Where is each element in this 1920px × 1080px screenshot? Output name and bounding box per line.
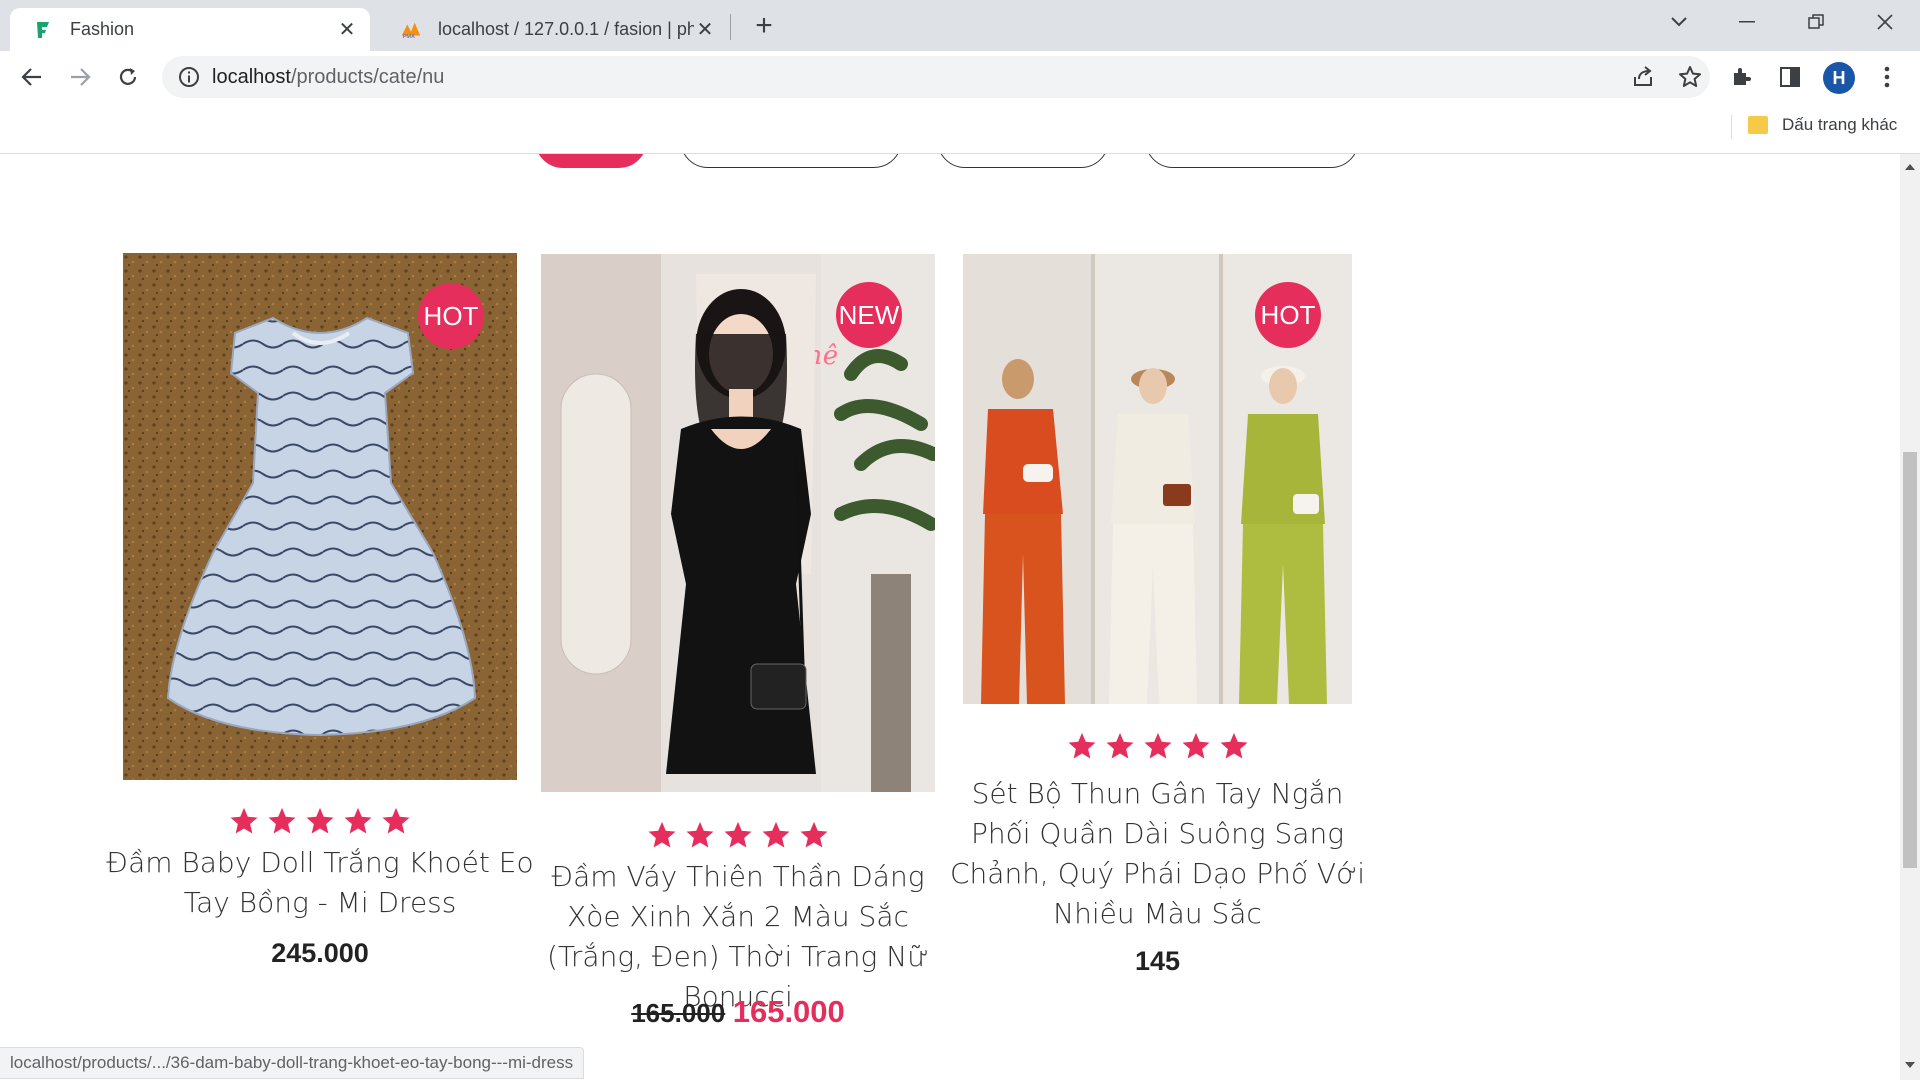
star-icon: [685, 820, 715, 850]
star-icon: [723, 820, 753, 850]
category-filter[interactable]: [680, 154, 902, 168]
star-icon: [305, 806, 335, 836]
sale-price: 165.000: [732, 994, 845, 1029]
star-icon: [799, 820, 829, 850]
hot-badge: HOT: [1255, 282, 1321, 348]
category-filter-active[interactable]: [535, 154, 647, 168]
close-tab-icon[interactable]: ✕: [694, 19, 716, 41]
toolbar: localhost/products/cate/nu H: [0, 51, 1920, 103]
tab-separator: [730, 14, 731, 40]
other-bookmarks-label: Dấu trang khác: [1782, 115, 1898, 134]
scroll-down-arrow-icon[interactable]: [1905, 1060, 1915, 1070]
new-badge: NEW: [836, 282, 902, 348]
menu-kebab-icon[interactable]: [1873, 63, 1901, 91]
side-panel-icon[interactable]: [1776, 63, 1804, 91]
product-name[interactable]: Đầm Váy Thiên Thần Dáng Xòe Xinh Xắn 2 M…: [521, 857, 955, 1017]
site-info-icon[interactable]: [178, 66, 200, 88]
phpmyadmin-favicon-icon: PMA: [400, 19, 422, 41]
rating-stars: [963, 731, 1352, 761]
page-content: HOT Đầm Baby Doll Trắng Khoét Eo Tay Bồn…: [0, 154, 1900, 1080]
product-name[interactable]: Đầm Baby Doll Trắng Khoét Eo Tay Bồng - …: [103, 843, 537, 923]
new-tab-button[interactable]: +: [748, 9, 780, 42]
url-path: /products/cate/nu: [290, 66, 445, 88]
product-price: 165.000 165.000: [541, 994, 935, 1030]
page-scrollbar[interactable]: [1900, 154, 1920, 1080]
bookmarks-separator: [1731, 115, 1732, 139]
product-card[interactable]: HOT Đầm Baby Doll Trắng Khoét Eo Tay Bồn…: [106, 253, 534, 1023]
tab-search-icon[interactable]: [1650, 0, 1708, 44]
tab-fashion[interactable]: Fashion ✕: [10, 8, 370, 51]
tab-phpmyadmin[interactable]: PMA localhost / 127.0.0.1 / fasion | php…: [378, 8, 728, 51]
tab-strip: Fashion ✕ PMA localhost / 127.0.0.1 / fa…: [0, 0, 1920, 51]
old-price: 165.000: [631, 998, 726, 1028]
back-arrow-icon[interactable]: [14, 59, 50, 95]
scrollbar-thumb[interactable]: [1903, 452, 1917, 868]
product-card[interactable]: cà phê you NEW Đầm Váy Thiên Thần Dáng X…: [541, 254, 935, 1044]
rating-stars: [123, 806, 517, 836]
tab-title: localhost / 127.0.0.1 / fasion | php: [438, 19, 694, 39]
close-tab-icon[interactable]: ✕: [336, 19, 358, 41]
forward-arrow-icon[interactable]: [62, 59, 98, 95]
star-icon: [343, 806, 373, 836]
hot-badge: HOT: [418, 283, 484, 349]
product-price: 145: [1134, 946, 1181, 976]
bookmark-star-icon[interactable]: [1676, 63, 1704, 91]
category-filter[interactable]: [1145, 154, 1359, 168]
profile-avatar[interactable]: H: [1823, 62, 1855, 94]
star-icon: [229, 806, 259, 836]
star-icon: [1105, 731, 1135, 761]
star-icon: [1067, 731, 1097, 761]
category-filter[interactable]: [937, 154, 1109, 168]
star-icon: [1143, 731, 1173, 761]
url-text: localhost/products/cate/nu: [212, 66, 444, 89]
minimize-icon[interactable]: [1718, 0, 1776, 44]
product-name[interactable]: Sét Bộ Thun Gân Tay Ngắn Phối Quần Dài S…: [943, 774, 1372, 934]
status-bar-url: localhost/products/.../36-dam-baby-doll-…: [0, 1047, 585, 1079]
star-icon: [1219, 731, 1249, 761]
star-icon: [647, 820, 677, 850]
other-bookmarks-button[interactable]: Dấu trang khác: [1748, 115, 1897, 135]
product-card[interactable]: HOT Sét Bộ Thun Gân Tay Ngắn Phối Quần D…: [950, 254, 1365, 976]
tab-title: Fashion: [70, 19, 135, 39]
share-icon[interactable]: [1629, 63, 1657, 91]
fashion-favicon-icon: [32, 19, 54, 41]
reload-icon[interactable]: [110, 59, 146, 95]
star-icon: [267, 806, 297, 836]
address-bar[interactable]: localhost/products/cate/nu: [162, 56, 1710, 98]
star-icon: [1181, 731, 1211, 761]
product-price: 245.000: [271, 938, 369, 968]
bookmarks-bar: Dấu trang khác: [0, 103, 1920, 154]
star-icon: [381, 806, 411, 836]
rating-stars: [541, 820, 935, 850]
restore-icon[interactable]: [1787, 0, 1845, 44]
close-window-icon[interactable]: [1856, 0, 1914, 44]
star-icon: [761, 820, 791, 850]
folder-icon: [1748, 116, 1768, 134]
scroll-up-arrow-icon[interactable]: [1905, 162, 1915, 172]
svg-text:PMA: PMA: [403, 34, 415, 40]
url-host: localhost: [212, 66, 291, 88]
extensions-icon[interactable]: [1728, 63, 1756, 91]
